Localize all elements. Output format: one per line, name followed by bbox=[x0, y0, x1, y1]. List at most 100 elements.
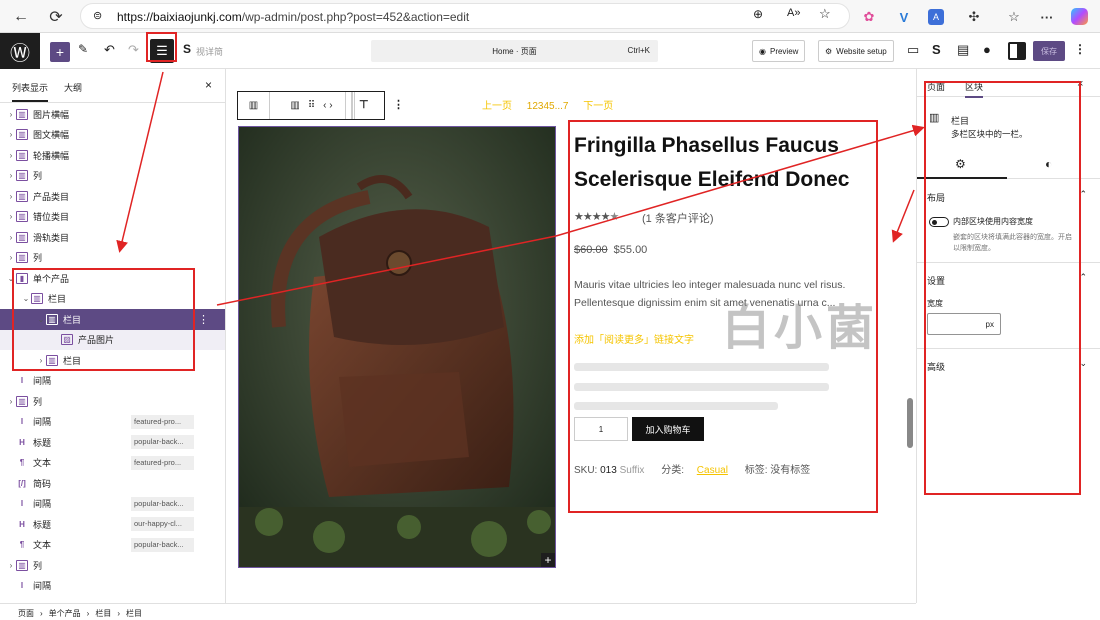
tree-item[interactable]: › ▥ 列 bbox=[0, 555, 225, 576]
expand-chevron-icon[interactable]: › bbox=[6, 233, 16, 242]
tab-outline[interactable]: 大纲 bbox=[64, 81, 82, 94]
tree-item[interactable]: ▨ 产品图片 bbox=[0, 329, 225, 350]
column-select-icon[interactable]: ▥ bbox=[290, 100, 299, 111]
tree-item[interactable]: I 间隔 popular-back... bbox=[0, 494, 225, 515]
item-options-icon[interactable]: ⋮ bbox=[198, 313, 209, 326]
tree-item[interactable]: › ▥ 列 bbox=[0, 166, 225, 187]
tree-item[interactable]: › ▥ 轮播横幅 bbox=[0, 145, 225, 166]
tab-block[interactable]: 区块 bbox=[965, 80, 984, 98]
tree-item[interactable]: › ▥ 滑轨类目 bbox=[0, 227, 225, 248]
product-title[interactable]: Fringilla Phasellus Faucus Scelerisque E… bbox=[574, 129, 879, 197]
expand-chevron-icon[interactable]: › bbox=[6, 253, 16, 262]
settings-heading[interactable]: 设置 bbox=[927, 274, 945, 287]
tree-item[interactable]: I 间隔 bbox=[0, 371, 225, 392]
s-plugin-icon[interactable]: S bbox=[183, 42, 191, 56]
expand-chevron-icon[interactable]: › bbox=[6, 130, 16, 139]
redo-icon[interactable]: ↷ bbox=[128, 42, 139, 58]
breadcrumb-item[interactable]: 页面 bbox=[18, 609, 34, 618]
layout-heading[interactable]: 布局 bbox=[927, 191, 945, 204]
options-icon[interactable]: ⋮ bbox=[1074, 42, 1086, 56]
list-view-icon[interactable]: ☰ bbox=[150, 39, 174, 63]
device-preview-icon[interactable]: ▭ bbox=[907, 42, 919, 58]
menu-icon[interactable]: ··· bbox=[1036, 6, 1058, 28]
chevron-up-icon[interactable]: ⌃ bbox=[1079, 272, 1087, 283]
expand-chevron-icon[interactable]: › bbox=[6, 192, 16, 201]
tree-item[interactable]: I 间隔 bbox=[0, 576, 225, 597]
align-top-icon[interactable]: ⊤ bbox=[359, 98, 369, 111]
add-block-plus-icon[interactable]: + bbox=[541, 553, 555, 567]
breadcrumb-item[interactable]: 栏目 bbox=[126, 609, 142, 618]
expand-chevron-icon[interactable]: ⌄ bbox=[6, 274, 16, 283]
close-icon[interactable]: × bbox=[205, 78, 212, 92]
wordpress-logo-icon[interactable]: Ⓦ bbox=[0, 33, 40, 69]
canvas-scrollbar[interactable] bbox=[907, 398, 913, 448]
url-text[interactable]: https://baixiaojunkj.com/wp-admin/post.p… bbox=[117, 10, 469, 24]
b-plugin-icon[interactable]: ● bbox=[983, 42, 991, 57]
more-options-icon[interactable]: ⋮ bbox=[393, 98, 404, 111]
tree-item[interactable]: › ▥ 栏目 bbox=[0, 350, 225, 371]
settings-gear-icon[interactable]: ⚙ bbox=[955, 157, 966, 171]
lock-icon[interactable]: ⊜ bbox=[93, 9, 102, 22]
styles-contrast-icon[interactable]: ◐ bbox=[1045, 157, 1052, 171]
expand-chevron-icon[interactable]: › bbox=[6, 151, 16, 160]
content-width-toggle[interactable] bbox=[929, 217, 949, 227]
favorites-bar-icon[interactable]: ☆ bbox=[1003, 6, 1025, 28]
read-more-link[interactable]: 添加「阅读更多」链接文字 bbox=[574, 331, 694, 346]
refresh-icon[interactable]: ⟳ bbox=[45, 6, 67, 28]
translate-icon[interactable]: A bbox=[928, 9, 944, 25]
tree-item[interactable]: › ▥ 列 bbox=[0, 248, 225, 269]
expand-chevron-icon[interactable]: › bbox=[36, 356, 46, 365]
close-icon[interactable]: × bbox=[1077, 78, 1083, 90]
zoom-icon[interactable]: ⊕ bbox=[753, 7, 763, 21]
add-to-cart-button[interactable]: 加入购物车 bbox=[632, 417, 704, 441]
expand-chevron-icon[interactable]: › bbox=[6, 110, 16, 119]
quantity-input[interactable]: 1 bbox=[574, 417, 628, 441]
edit-pencil-icon[interactable]: ✎ bbox=[78, 42, 88, 56]
tab-page[interactable]: 页面 bbox=[927, 80, 945, 93]
command-palette-button[interactable]: Home · 页面 Ctrl+K bbox=[371, 40, 658, 62]
tree-item[interactable]: › ▥ 图片横幅 bbox=[0, 104, 225, 125]
expand-chevron-icon[interactable]: › bbox=[6, 561, 16, 570]
extensions-icon[interactable]: ✣ bbox=[963, 6, 985, 28]
copilot-icon[interactable] bbox=[1071, 8, 1088, 25]
expand-chevron-icon[interactable]: › bbox=[6, 171, 16, 180]
tab-list-view[interactable]: 列表显示 bbox=[12, 81, 49, 102]
tree-item[interactable]: ⌄ ▮ 单个产品 bbox=[0, 268, 225, 289]
tree-item[interactable]: ⌄ ▥ 栏目 ⋮ bbox=[0, 309, 225, 330]
tree-item[interactable]: H 标题 our-happy-cl... bbox=[0, 514, 225, 535]
tree-item[interactable]: I 间隔 featured-pro... bbox=[0, 412, 225, 433]
document-icon[interactable]: ▤ bbox=[957, 42, 969, 58]
width-input[interactable]: px bbox=[927, 313, 1001, 335]
move-arrows-icon[interactable]: ‹ › bbox=[323, 100, 332, 111]
tree-item[interactable]: › ▥ 产品类目 bbox=[0, 186, 225, 207]
product-image[interactable] bbox=[238, 126, 556, 568]
next-page-link[interactable]: 下一页 bbox=[583, 101, 613, 112]
settings-sidebar-icon[interactable] bbox=[1008, 42, 1026, 60]
read-aloud-icon[interactable]: A» bbox=[787, 7, 800, 19]
chevron-up-icon[interactable]: ⌃ bbox=[1079, 189, 1087, 200]
add-block-icon[interactable]: + bbox=[50, 42, 70, 62]
s-tool-icon[interactable]: S bbox=[932, 42, 941, 57]
advanced-heading[interactable]: 高级 bbox=[927, 360, 945, 373]
website-setup-button[interactable]: ⚙ Website setup bbox=[818, 40, 894, 62]
tree-item[interactable]: › ▥ 图文横幅 bbox=[0, 125, 225, 146]
tree-item[interactable]: › ▥ 列 bbox=[0, 391, 225, 412]
tree-item[interactable]: ⌄ ▥ 栏目 bbox=[0, 289, 225, 310]
breadcrumb-item[interactable]: 单个产品 bbox=[49, 609, 81, 618]
block-type-button[interactable]: ▥ bbox=[238, 92, 270, 119]
breadcrumb-item[interactable]: 栏目 bbox=[95, 609, 111, 618]
favorite-icon[interactable]: ☆ bbox=[819, 6, 831, 22]
undo-icon[interactable]: ↶ bbox=[104, 42, 115, 58]
back-icon[interactable]: ← bbox=[10, 6, 32, 28]
tree-item[interactable]: H 标题 popular-back... bbox=[0, 432, 225, 453]
tree-item[interactable]: › ▥ 错位类目 bbox=[0, 207, 225, 228]
review-count-link[interactable]: (1 条客户评论) bbox=[642, 210, 714, 226]
tree-item[interactable]: ¶ 文本 popular-back... bbox=[0, 535, 225, 556]
expand-chevron-icon[interactable]: › bbox=[6, 212, 16, 221]
category-link[interactable]: Casual bbox=[697, 465, 728, 476]
width-unit[interactable]: px bbox=[986, 320, 994, 329]
tree-item[interactable]: ¶ 文本 featured-pro... bbox=[0, 453, 225, 474]
tree-item[interactable]: [/] 简码 bbox=[0, 473, 225, 494]
drag-handle-icon[interactable]: ⠿ bbox=[308, 100, 315, 111]
chevron-down-icon[interactable]: ⌄ bbox=[1079, 358, 1087, 369]
